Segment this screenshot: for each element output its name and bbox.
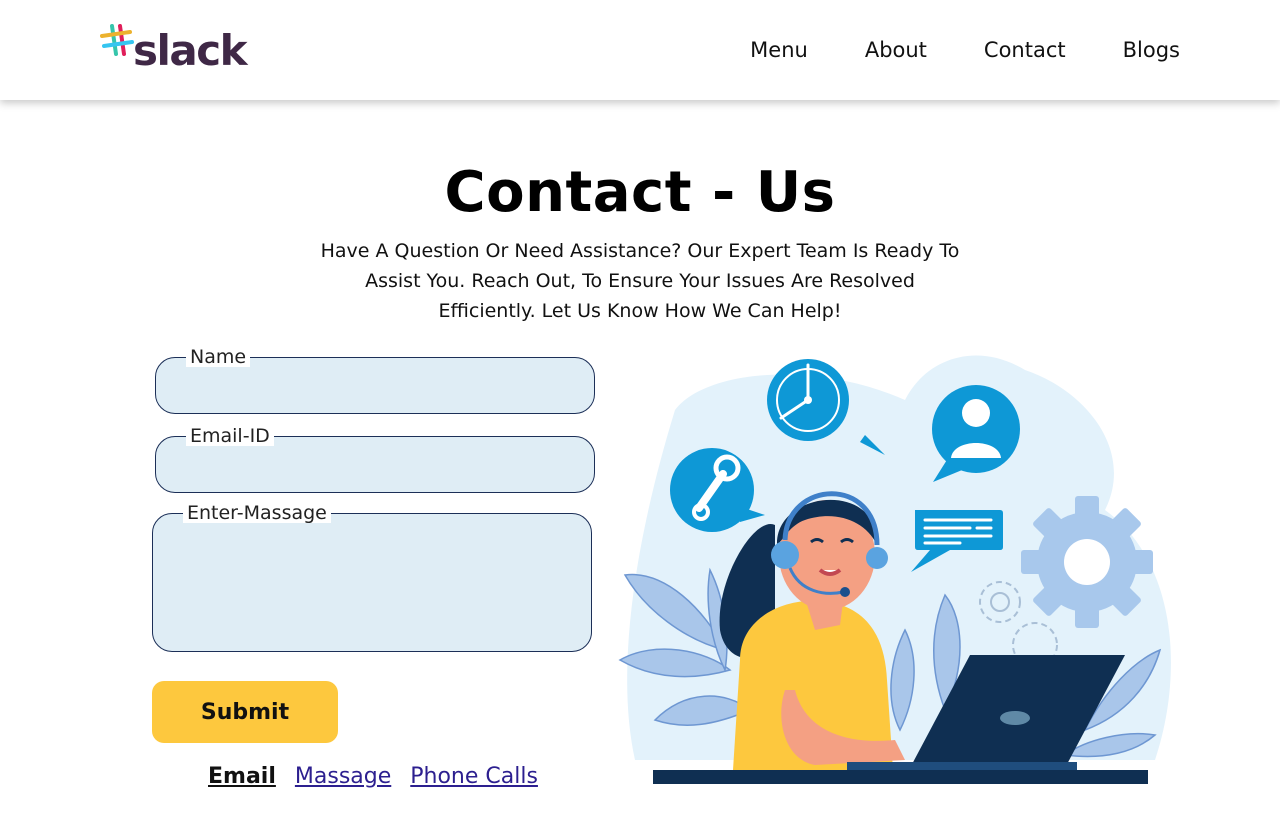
message-textarea[interactable] [167,523,577,641]
submit-button[interactable]: Submit [152,681,338,743]
email-input[interactable] [170,446,580,482]
main-nav: Menu About Contact Blogs [750,36,1180,64]
name-label: Name [186,347,251,367]
email-label: Email-ID [186,426,274,446]
nav-item-menu[interactable]: Menu [750,36,808,64]
page-subtitle: Have A Question Or Need Assistance? Our … [320,240,960,322]
contact-method-links: Email Massage Phone Calls [208,764,538,789]
message-field: Enter-Massage [152,503,592,652]
name-input[interactable] [170,367,580,403]
contact-method-phone-calls[interactable]: Phone Calls [410,764,538,789]
nav-item-about[interactable]: About [865,36,927,64]
desk [653,770,1148,784]
gear-icon [1021,496,1153,628]
contact-method-email[interactable]: Email [208,764,276,789]
contact-method-massage[interactable]: Massage [295,764,391,789]
support-agent-illustration [618,355,1171,784]
nav-item-blogs[interactable]: Blogs [1123,36,1180,64]
name-field: Name [155,347,595,414]
slack-logo-icon [100,24,134,56]
site-header: slack Menu About Contact Blogs [0,0,1280,100]
email-field: Email-ID [155,426,595,493]
page-title: Contact - Us [444,160,836,225]
brand-name: slack [133,26,248,75]
message-label: Enter-Massage [183,503,331,523]
nav-item-contact[interactable]: Contact [984,36,1066,64]
